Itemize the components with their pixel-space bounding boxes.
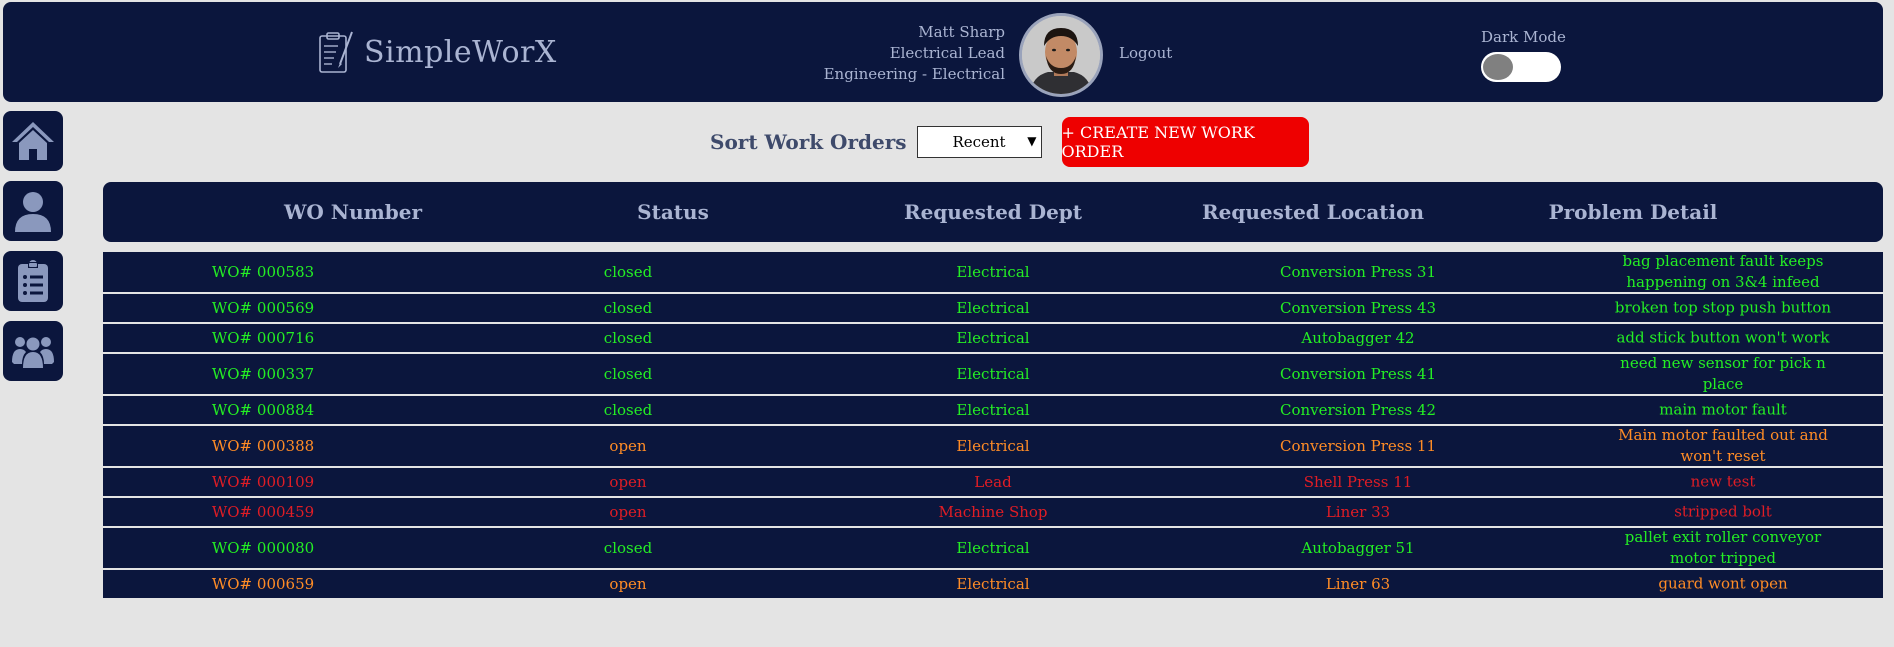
column-header-location[interactable]: Requested Location <box>1202 200 1424 224</box>
app-logo[interactable]: SimpleWorX <box>316 28 557 76</box>
requested-dept: Electrical <box>956 365 1030 383</box>
requested-location: Liner 33 <box>1325 503 1391 521</box>
requested-location: Autobagger 42 <box>1301 329 1415 347</box>
problem-detail: main motor fault <box>1659 400 1787 419</box>
column-header-status[interactable]: Status <box>637 200 709 224</box>
wo-number[interactable]: WO# 000569 <box>212 299 314 317</box>
sidebar-item-profile[interactable] <box>3 181 63 241</box>
status: closed <box>603 263 653 281</box>
problem-detail: bag placement fault keeps happening on 3… <box>1622 252 1824 291</box>
table-row[interactable]: WO# 000080 closed Electrical Autobagger … <box>103 528 1883 570</box>
sidebar-item-work-orders[interactable] <box>3 251 63 311</box>
team-icon <box>12 337 54 368</box>
table-row[interactable]: WO# 000583 closed Electrical Conversion … <box>103 252 1883 294</box>
user-info: Matt Sharp Electrical Lead Engineering -… <box>824 22 1005 85</box>
sidebar <box>3 111 63 391</box>
sort-toolbar: Sort Work Orders Recent ▼ + CREATE NEW W… <box>710 117 1309 167</box>
requested-location: Shell Press 11 <box>1303 473 1413 491</box>
wo-number[interactable]: WO# 000583 <box>212 263 314 281</box>
requested-location: Conversion Press 43 <box>1279 299 1437 317</box>
column-header-dept[interactable]: Requested Dept <box>904 200 1082 224</box>
chevron-down-icon: ▼ <box>1027 134 1037 148</box>
status: open <box>609 437 647 455</box>
top-bar: SimpleWorX Matt Sharp Electrical Lead En… <box>3 2 1883 102</box>
wo-number[interactable]: WO# 000080 <box>212 539 314 557</box>
table-row[interactable]: WO# 000459 open Machine Shop Liner 33 st… <box>103 498 1883 528</box>
status: closed <box>603 401 653 419</box>
app-name: SimpleWorX <box>364 34 557 70</box>
requested-location: Conversion Press 41 <box>1279 365 1437 383</box>
wo-number[interactable]: WO# 000109 <box>212 473 314 491</box>
requested-location: Liner 63 <box>1325 575 1391 593</box>
toggle-knob <box>1483 54 1513 80</box>
status: closed <box>603 299 653 317</box>
table-row[interactable]: WO# 000884 closed Electrical Conversion … <box>103 396 1883 426</box>
requested-dept: Electrical <box>956 263 1030 281</box>
requested-location: Conversion Press 42 <box>1279 401 1437 419</box>
table-row[interactable]: WO# 000569 closed Electrical Conversion … <box>103 294 1883 324</box>
table-row[interactable]: WO# 000337 closed Electrical Conversion … <box>103 354 1883 396</box>
user-icon <box>15 192 51 232</box>
status: open <box>609 503 647 521</box>
status: closed <box>603 539 653 557</box>
problem-detail: need new sensor for pick n place <box>1620 354 1826 393</box>
status: closed <box>603 365 653 383</box>
clipboard-logo-icon <box>319 31 353 73</box>
home-icon <box>12 122 54 160</box>
table-row[interactable]: WO# 000716 closed Electrical Autobagger … <box>103 324 1883 354</box>
wo-number[interactable]: WO# 000884 <box>212 401 314 419</box>
avatar-portrait <box>1022 16 1100 94</box>
user-department: Engineering - Electrical <box>823 65 1005 83</box>
wo-number[interactable]: WO# 000388 <box>212 437 314 455</box>
table-row[interactable]: WO# 000109 open Lead Shell Press 11 new … <box>103 468 1883 498</box>
logout-link[interactable]: Logout <box>1119 44 1172 62</box>
table-row[interactable]: WO# 000659 open Electrical Liner 63 guar… <box>103 570 1883 600</box>
requested-location: Conversion Press 11 <box>1279 437 1437 455</box>
table-header: WO Number Status Requested Dept Requeste… <box>103 182 1883 242</box>
requested-dept: Electrical <box>956 401 1030 419</box>
clipboard-icon <box>18 260 48 302</box>
requested-location: Conversion Press 31 <box>1279 263 1437 281</box>
dark-mode-label: Dark Mode <box>1481 28 1566 46</box>
requested-dept: Machine Shop <box>938 503 1048 521</box>
column-header-detail[interactable]: Problem Detail <box>1549 200 1718 224</box>
avatar[interactable] <box>1019 13 1103 97</box>
sidebar-item-team[interactable] <box>3 321 63 381</box>
requested-dept: Electrical <box>956 437 1030 455</box>
sidebar-item-home[interactable] <box>3 111 63 171</box>
problem-detail: guard wont open <box>1658 574 1788 593</box>
user-title: Electrical Lead <box>889 44 1005 62</box>
status: open <box>609 473 647 491</box>
requested-dept: Electrical <box>956 329 1030 347</box>
wo-number[interactable]: WO# 000716 <box>212 329 314 347</box>
status: open <box>609 575 647 593</box>
requested-location: Autobagger 51 <box>1301 539 1415 557</box>
dark-mode-toggle[interactable] <box>1481 52 1561 82</box>
problem-detail: broken top stop push button <box>1614 298 1832 317</box>
problem-detail: new test <box>1690 472 1756 491</box>
sort-selected-value: Recent <box>952 133 1006 151</box>
wo-number[interactable]: WO# 000659 <box>212 575 314 593</box>
problem-detail: Main motor faulted out and won't reset <box>1618 426 1828 465</box>
status: closed <box>603 329 653 347</box>
wo-number[interactable]: WO# 000337 <box>212 365 314 383</box>
problem-detail: pallet exit roller conveyor motor trippe… <box>1624 528 1822 567</box>
column-header-wo-number[interactable]: WO Number <box>284 200 422 224</box>
sort-select[interactable]: Recent ▼ <box>916 126 1042 158</box>
requested-dept: Electrical <box>956 539 1030 557</box>
create-work-order-button[interactable]: + CREATE NEW WORK ORDER <box>1061 117 1309 167</box>
requested-dept: Electrical <box>956 575 1030 593</box>
requested-dept: Lead <box>974 473 1012 491</box>
requested-dept: Electrical <box>956 299 1030 317</box>
user-name: Matt Sharp <box>918 23 1005 41</box>
table-row[interactable]: WO# 000388 open Electrical Conversion Pr… <box>103 426 1883 468</box>
problem-detail: add stick button won't work <box>1616 328 1830 347</box>
work-order-table: WO# 000583 closed Electrical Conversion … <box>103 252 1883 600</box>
problem-detail: stripped bolt <box>1674 502 1772 521</box>
sort-label: Sort Work Orders <box>710 130 907 154</box>
wo-number[interactable]: WO# 000459 <box>212 503 314 521</box>
